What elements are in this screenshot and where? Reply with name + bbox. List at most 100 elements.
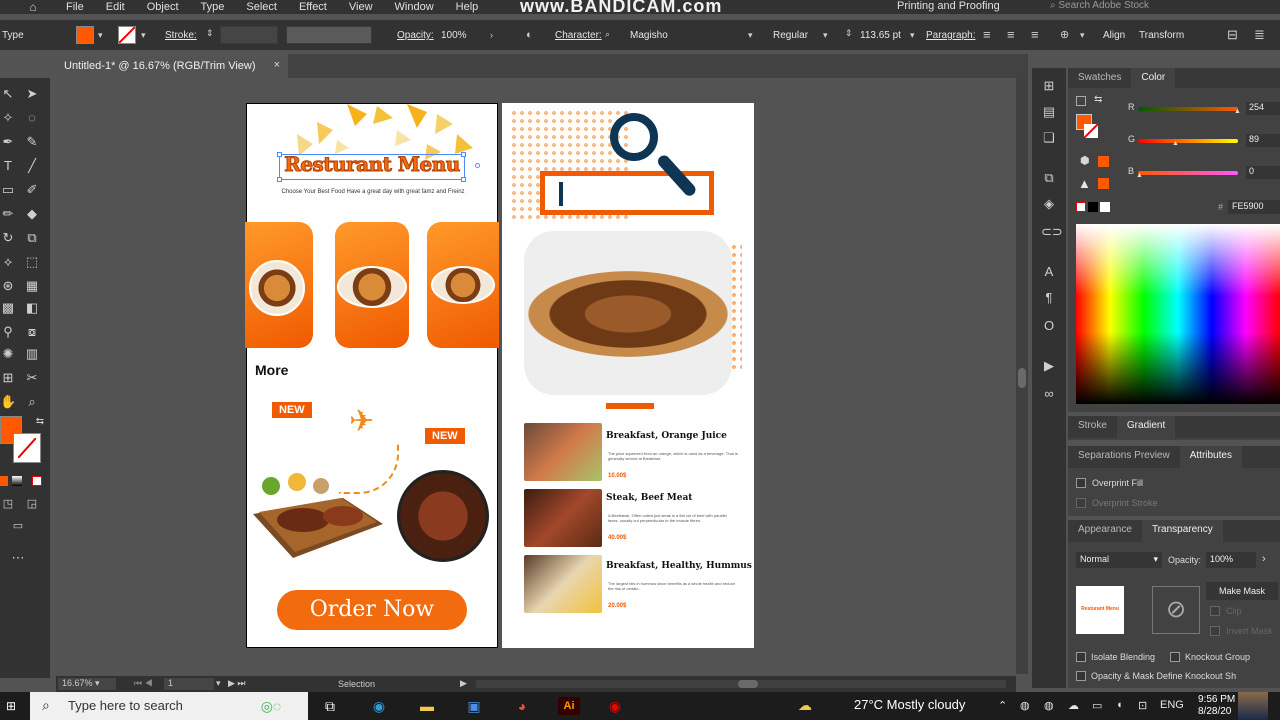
tab-transparency[interactable]: Transparency [1141,520,1223,542]
scrollbar-thumb[interactable] [1018,368,1026,388]
none-mode-icon[interactable] [32,476,42,486]
invert-mask-checkbox[interactable] [1210,626,1220,636]
make-mask-button[interactable]: Make Mask [1206,582,1278,600]
blue-slider[interactable] [1138,171,1238,175]
menu-edit[interactable]: Edit [106,1,125,13]
chevron-up-icon[interactable]: ⌃ [998,699,1007,712]
paragraph-label[interactable]: Paragraph: [926,30,975,41]
line-tool-icon[interactable]: ╱ [24,158,40,174]
tray-icon[interactable]: ◍ [1020,699,1030,712]
stroke-color-box[interactable] [13,433,41,463]
blue-value-field[interactable]: 0 [1246,166,1280,179]
chevron-down-icon[interactable]: ▾ [1080,30,1085,41]
character-label[interactable]: Character: [555,30,602,41]
artboards-icon[interactable]: ⧉ [1041,170,1057,186]
taskbar-clock[interactable]: 9:56 PM 8/28/20 [1198,694,1235,718]
blend-mode-select[interactable]: Normal ▾ [1076,552,1162,568]
rotate-tool-icon[interactable]: ↻ [0,230,16,246]
pencil-icon[interactable]: ✏ [0,206,16,222]
zoom-level-field[interactable]: 16.67% ▾ [58,678,116,690]
chevron-right-icon[interactable]: › [490,30,493,40]
menu-object[interactable]: Object [147,1,179,13]
green-value-field[interactable]: 89 [1246,134,1280,147]
tab-stroke[interactable]: Stroke [1068,416,1117,438]
artboard-2[interactable]: Breakfast, Orange Juice The juice squeez… [502,103,754,648]
mesh-tool-icon[interactable]: ▩ [0,300,16,316]
network-icon[interactable]: ▭ [1092,699,1102,712]
slider-thumb[interactable]: ▲ [1136,172,1143,179]
eyedropper-icon[interactable]: ⚲ [0,324,16,340]
no-mask-icon[interactable]: ⊘ [1152,586,1200,634]
links-icon[interactable]: ⊂⊃ [1041,224,1063,240]
tray-icon[interactable]: ◍ [1044,699,1054,712]
shape-builder-icon[interactable]: ⊛ [0,278,16,294]
tab-color[interactable]: Color [1131,68,1176,88]
slider-thumb[interactable]: ▲ [1172,140,1179,147]
column-graph-icon[interactable]: ▥ [24,346,40,362]
menu-view[interactable]: View [349,1,373,13]
opacity-value[interactable]: 100% [441,30,467,41]
tab-swatches[interactable]: Swatches [1068,68,1131,88]
stepper-icon[interactable]: ⇕ [845,28,853,39]
menu-type[interactable]: Type [201,1,225,13]
selection-bounding-box[interactable] [279,154,465,180]
hand-tool-icon[interactable]: ✋ [0,394,16,410]
zoom-tool-icon[interactable]: ⌕ [24,394,40,410]
scrollbar-thumb[interactable] [738,680,758,688]
pen-tool-icon[interactable]: ✒ [0,134,16,150]
font-search-icon[interactable]: ⌕ [605,29,610,40]
isolate-blending-checkbox[interactable] [1076,652,1086,662]
width-tool-icon[interactable]: ⟡ [0,254,16,270]
lasso-icon[interactable]: ◌ [24,110,40,126]
white-swatch[interactable] [1100,202,1110,212]
global-edit-icon[interactable]: ⊕ [1060,28,1069,41]
direct-selection-tool-icon[interactable]: ➤ [24,86,40,102]
menu-window[interactable]: Window [395,1,434,13]
stroke-swatch[interactable] [118,26,136,44]
store-icon[interactable]: ▣ [465,697,483,715]
volume-icon[interactable]: ◖ [1116,699,1123,711]
opacity-mask-checkbox[interactable] [1076,671,1086,681]
transform-link[interactable]: Transform [1139,30,1184,41]
red-value-field[interactable]: 254 [1246,102,1280,115]
layers-icon[interactable]: ▤ [1041,104,1057,120]
horizontal-scrollbar[interactable] [476,680,1006,688]
artboard-tool-icon[interactable]: ⊞ [0,370,16,386]
chevron-down-icon[interactable]: ▾ [748,30,753,41]
tab-gradient[interactable]: Gradient [1116,416,1176,438]
menu-select[interactable]: Select [246,1,277,13]
selection-handle[interactable] [277,177,282,182]
character-icon[interactable]: A [1041,264,1057,280]
tray-icon[interactable]: ⊡ [1138,699,1147,712]
recolor-icon[interactable]: ◐ [526,29,533,41]
chevron-right-icon[interactable]: › [1262,553,1266,565]
text-thread-handle[interactable] [475,163,480,168]
draw-normal-icon[interactable]: ◳ [0,496,16,512]
slice-tool-icon[interactable]: ✂ [24,370,40,386]
paintbrush-icon[interactable]: ✐ [24,182,40,198]
tab-appearance[interactable]: Appearance [1068,520,1142,542]
close-icon[interactable]: × [274,59,280,71]
windows-start-icon[interactable]: ⊞ [6,699,20,713]
fill-swatch[interactable] [76,26,94,44]
chevron-right-icon[interactable]: ▶ [460,678,467,689]
illustrator-icon[interactable]: Ai [558,697,580,715]
language-indicator[interactable]: ENG [1160,699,1184,711]
stock-search[interactable]: ⌕ Search Adobe Stock [1050,0,1280,12]
chevron-down-icon[interactable]: ▾ [216,678,221,689]
magic-wand-icon[interactable]: ✧ [0,110,16,126]
libraries-icon[interactable]: ❏ [1041,130,1057,146]
swap-colors-icon[interactable]: ⇆ [32,414,48,430]
color-spectrum[interactable] [1076,224,1280,404]
gradient-tool-icon[interactable]: ◧ [24,300,40,316]
font-style-field[interactable]: Regular [773,30,808,41]
gradient-mode-icon[interactable] [12,476,22,486]
current-tool-status[interactable]: Selection [338,679,375,689]
paragraph-icon[interactable]: ¶ [1041,290,1057,306]
menu-file[interactable]: File [66,1,84,13]
actions-icon[interactable]: ▶ [1041,358,1057,374]
font-size-field[interactable]: 113.65 pt [860,30,901,41]
overprint-fill-checkbox[interactable] [1076,478,1086,488]
record-icon[interactable]: ◉ [606,697,624,715]
selection-handle[interactable] [461,177,466,182]
